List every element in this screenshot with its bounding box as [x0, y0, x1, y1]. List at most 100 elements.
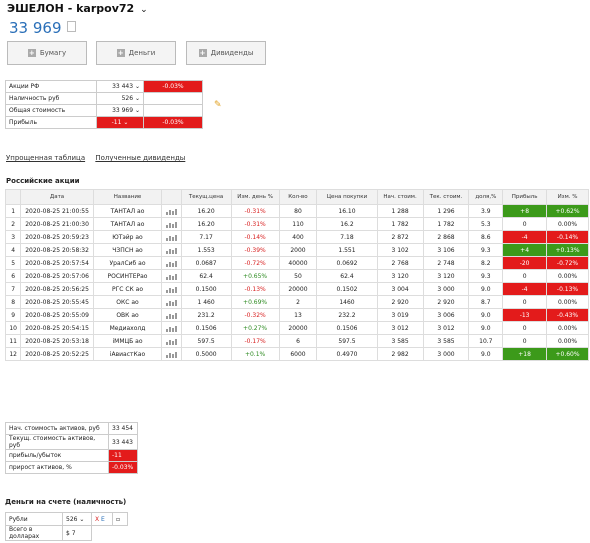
table-row[interactable]: 7 2020-08-25 20:56:25 РГС СК ао 0.1500 -0.13…: [4, 282, 589, 296]
table-cell: 1 460: [180, 295, 232, 309]
cash-value[interactable]: 526 ⌄: [62, 512, 92, 526]
chevron-down-icon[interactable]: ⌄: [140, 5, 148, 15]
chart-icon[interactable]: [161, 295, 182, 309]
table-cell: 2020-08-25 20:57:54: [20, 256, 94, 270]
portfolio-title[interactable]: ЭШЕЛОН - karpov72 ⌄: [7, 2, 148, 15]
delete-icon[interactable]: X: [95, 516, 99, 523]
table-cell: 9.0: [468, 321, 504, 335]
table-cell: -4: [502, 282, 548, 296]
table-cell: 2 872: [376, 230, 424, 244]
table-cell: 1: [4, 204, 22, 218]
table-row[interactable]: 8 2020-08-25 20:55:45 ОКС ао 1 460 +0.69% 2 14…: [4, 295, 589, 309]
table-cell: +0.27%: [230, 321, 280, 335]
table-cell: 0: [502, 269, 548, 283]
table-cell: 0.00%: [546, 321, 589, 335]
table-cell: +18: [502, 347, 548, 361]
chart-icon[interactable]: [161, 308, 182, 322]
col-header[interactable]: доля,%: [468, 189, 504, 205]
table-cell: 3 120: [376, 269, 424, 283]
table-cell: -13: [502, 308, 548, 322]
col-header[interactable]: Нач. стоим.: [376, 189, 424, 205]
col-header[interactable]: Текущ.цена: [180, 189, 232, 205]
summary-value: 526 ⌄: [96, 92, 144, 105]
summary-value: 33 443 ⌄: [96, 80, 144, 93]
table-cell: 1 782: [422, 217, 470, 231]
table-cell: 8: [4, 295, 22, 309]
chart-icon[interactable]: [161, 256, 182, 270]
add-security-button[interactable]: + Бумагу: [7, 41, 87, 65]
pencil-icon[interactable]: ✎: [214, 100, 222, 110]
table-row[interactable]: 11 2020-08-25 20:53:18 iММЦБ ао 597.5 -0.17%…: [4, 334, 589, 348]
col-header[interactable]: Название: [92, 189, 163, 205]
chart-icon[interactable]: [161, 217, 182, 231]
chart-icon[interactable]: [161, 321, 182, 335]
table-cell: 8.2: [468, 256, 504, 270]
table-cell: 3 004: [376, 282, 424, 296]
add-dividends-button[interactable]: + Дивиденды: [186, 41, 266, 65]
table-cell: 3 102: [376, 243, 424, 257]
chart-icon[interactable]: [161, 230, 182, 244]
table-cell: 2020-08-25 20:55:45: [20, 295, 94, 309]
assets-value: -0.03%: [108, 461, 138, 474]
assets-label: прибыль/убыток: [5, 449, 109, 462]
table-cell: 80: [278, 204, 318, 218]
col-header[interactable]: Тек. стоим.: [422, 189, 470, 205]
assets-label: прирост активов, %: [5, 461, 109, 474]
chart-icon[interactable]: [161, 334, 182, 348]
copy-icon[interactable]: [66, 21, 76, 32]
table-row[interactable]: 3 2020-08-25 20:59:23 ЮТэйр ао 7.17 -0.14% 40…: [4, 230, 589, 244]
table-cell: 0.00%: [546, 269, 589, 283]
table-row[interactable]: 5 2020-08-25 20:57:54 УралСиб ао 0.0687 -0.7…: [4, 256, 589, 270]
table-cell: +0.62%: [546, 204, 589, 218]
stock-name: РОСИНТЕРао: [92, 269, 163, 283]
stock-name: iММЦБ ао: [92, 334, 163, 348]
table-row[interactable]: 9 2020-08-25 20:55:09 ОВК ао 231.2 -0.32% 13 2…: [4, 308, 589, 322]
table-cell: +0.69%: [230, 295, 280, 309]
table-cell: 7.18: [316, 230, 378, 244]
table-cell: +4: [502, 243, 548, 257]
table-cell: 3 000: [422, 282, 470, 296]
chart-icon[interactable]: [161, 243, 182, 257]
dividends-link[interactable]: Полученные дивиденды: [95, 154, 185, 162]
table-cell: 0.0692: [316, 256, 378, 270]
col-header[interactable]: Прибыль: [502, 189, 548, 205]
note-icon[interactable]: ▫: [112, 512, 128, 526]
assets-value: 33 454: [108, 422, 138, 435]
chart-icon[interactable]: [161, 347, 182, 361]
chart-icon[interactable]: [161, 204, 182, 218]
table-cell: -0.31%: [230, 217, 280, 231]
table-row[interactable]: 4 2020-08-25 20:58:32 ЧЗПСН ао 1.553 -0.39% 2…: [4, 243, 589, 257]
table-cell: 3.9: [468, 204, 504, 218]
simple-table-link[interactable]: Упрощенная таблица: [6, 154, 85, 162]
table-cell: 9.0: [468, 347, 504, 361]
chart-icon[interactable]: [161, 282, 182, 296]
col-header[interactable]: Изм. %: [546, 189, 589, 205]
chart-icon[interactable]: [161, 269, 182, 283]
summary-label: Общая стоимость: [5, 104, 97, 117]
table-cell: 3 019: [376, 308, 424, 322]
table-cell: 3 106: [422, 243, 470, 257]
table-cell: 2020-08-25 20:59:23: [20, 230, 94, 244]
col-header: [4, 189, 22, 205]
edit-icon[interactable]: E: [101, 516, 105, 523]
col-header[interactable]: Кол-во: [278, 189, 318, 205]
cash-value: $ 7: [62, 525, 92, 541]
table-cell: -0.14%: [546, 230, 589, 244]
cash-section-title: Деньги на счете (наличность): [5, 498, 127, 506]
table-cell: 50: [278, 269, 318, 283]
col-header[interactable]: Дата: [20, 189, 94, 205]
table-row[interactable]: 10 2020-08-25 20:54:15 Медиахолд 0.1506 +0.2…: [4, 321, 589, 335]
table-row[interactable]: 12 2020-08-25 20:52:25 iАвиастКао 0.5000 +0.…: [4, 347, 589, 361]
table-row[interactable]: 6 2020-08-25 20:57:06 РОСИНТЕРао 62.4 +0.65%…: [4, 269, 589, 283]
table-cell: 1 782: [376, 217, 424, 231]
assets-value: -11: [108, 449, 138, 462]
table-row[interactable]: 2 2020-08-25 21:00:30 ТАНТАЛ ао 16.20 -0.31%…: [4, 217, 589, 231]
table-cell: -0.17%: [230, 334, 280, 348]
col-header[interactable]: Цена покупки: [316, 189, 378, 205]
col-header[interactable]: Изм. день %: [230, 189, 280, 205]
stock-name: ЧЗПСН ао: [92, 243, 163, 257]
table-row[interactable]: 1 2020-08-25 21:00:55 ТАНТАЛ ао 16.20 -0.31%…: [4, 204, 589, 218]
table-cell: 7: [4, 282, 22, 296]
table-cell: 9.3: [468, 269, 504, 283]
add-money-button[interactable]: + Деньги: [96, 41, 176, 65]
